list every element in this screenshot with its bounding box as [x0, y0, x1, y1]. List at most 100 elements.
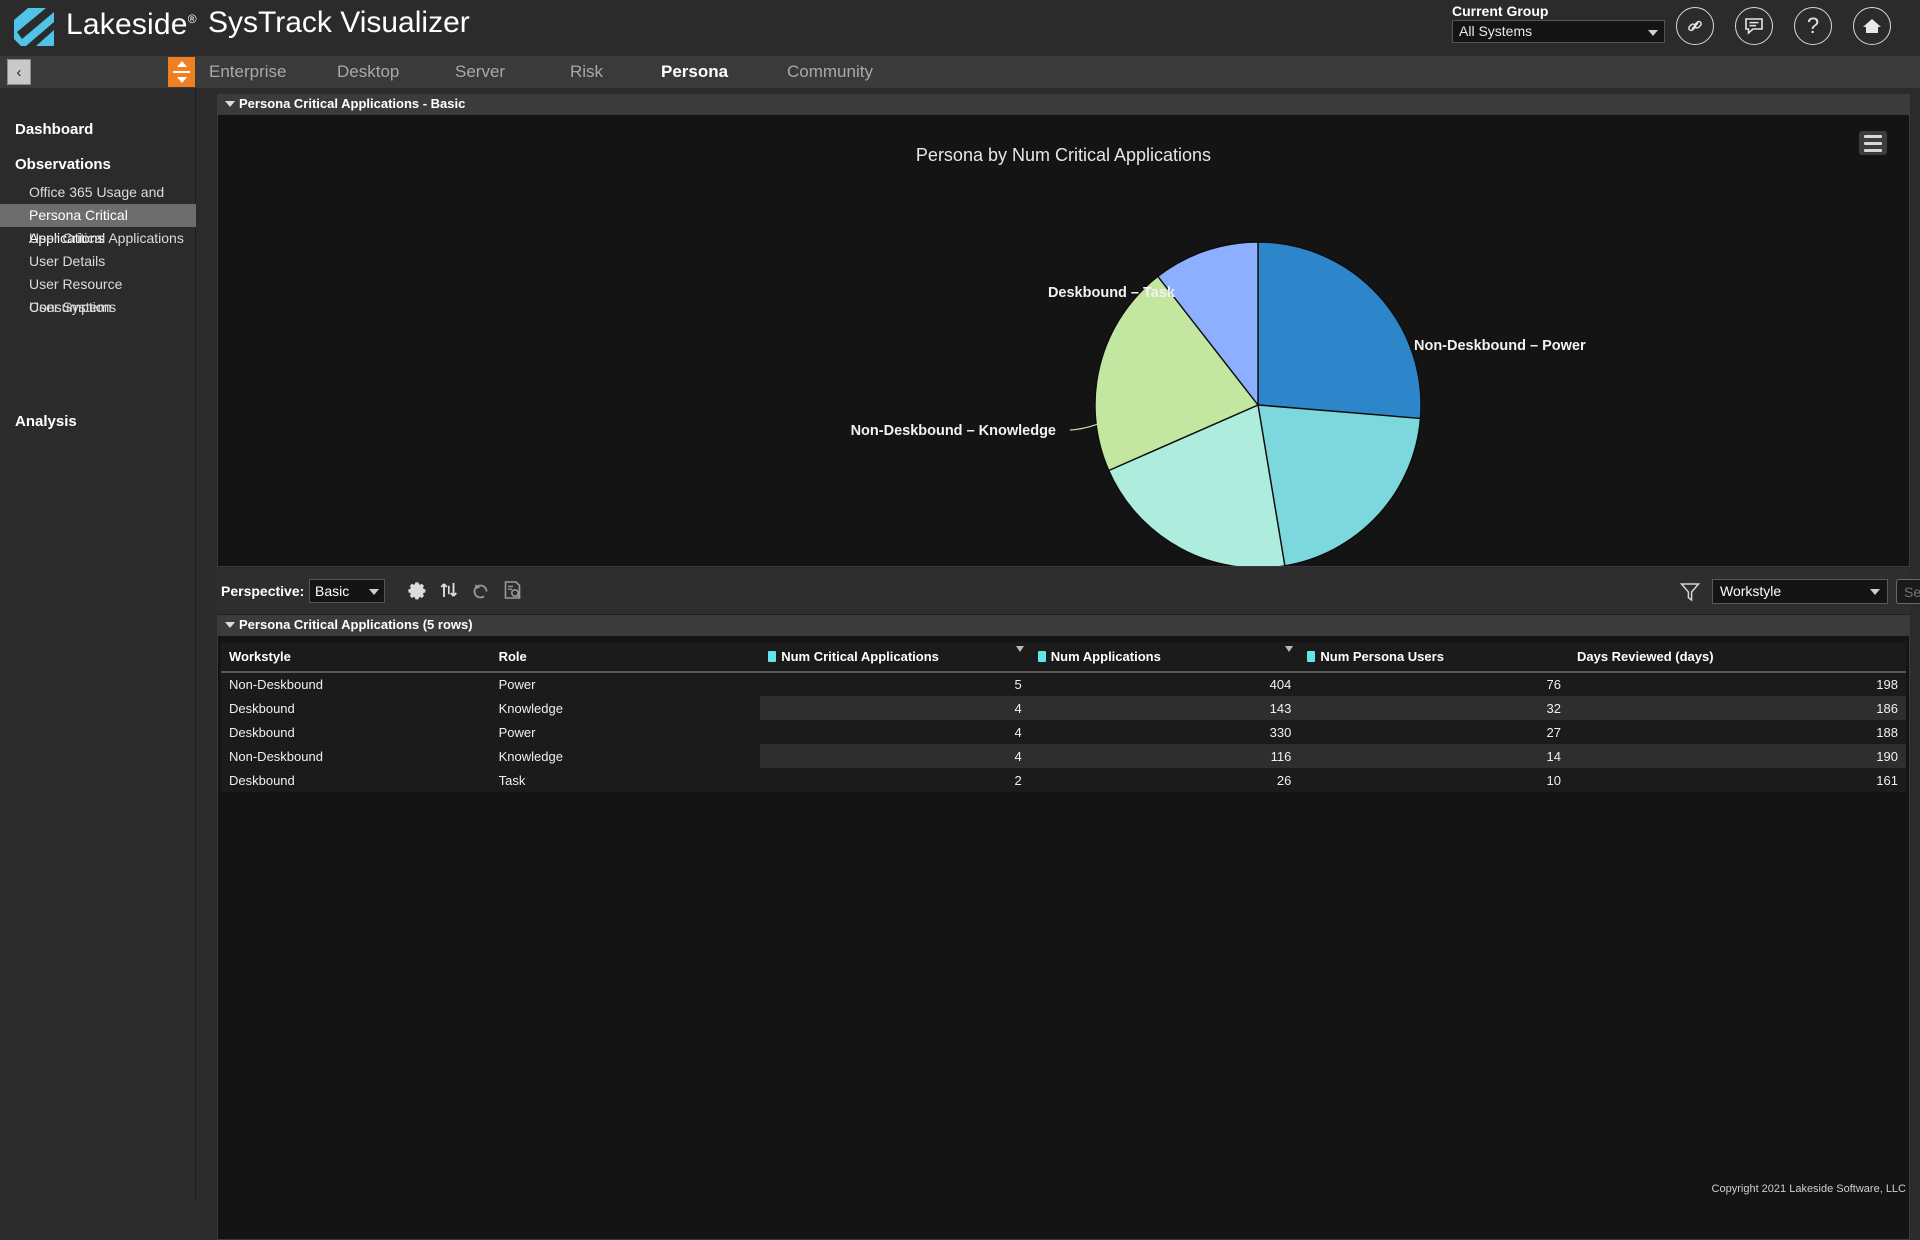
table-cell: Deskbound — [221, 696, 491, 720]
table-cell: Deskbound — [221, 768, 491, 792]
table-cell: 116 — [1030, 744, 1300, 768]
table-cell: 186 — [1569, 696, 1906, 720]
reset-icon[interactable] — [469, 578, 495, 604]
table-panel: Persona Critical Applications (5 rows) W… — [217, 615, 1910, 1240]
table-cell: 188 — [1569, 720, 1906, 744]
lakeside-logo-icon — [12, 6, 56, 48]
link-icon[interactable] — [1676, 7, 1714, 45]
splitter-bar — [173, 71, 190, 73]
current-group-dropdown[interactable]: All Systems — [1452, 20, 1665, 43]
table-cell: 32 — [1299, 696, 1569, 720]
sidebar-item-office-365-usage[interactable]: Office 365 Usage and Lice... — [0, 181, 196, 204]
sidebar-item-persona-critical-applications[interactable]: Persona Critical Applications — [0, 204, 196, 227]
chart-panel-header[interactable]: Persona Critical Applications - Basic — [217, 94, 1910, 114]
pie-slice-label: Deskbound – Task — [1048, 285, 1176, 301]
table-row[interactable]: Non-DeskboundKnowledge411614190 — [221, 744, 1906, 768]
sidebar-item-user-systems[interactable]: User Systems — [0, 296, 196, 319]
brand-name: Lakeside® — [66, 8, 197, 42]
nav-tab-desktop[interactable]: Desktop — [337, 56, 399, 88]
table-row[interactable]: Non-DeskboundPower540476198 — [221, 672, 1906, 696]
sort-descending-icon — [1016, 646, 1024, 652]
home-icon[interactable] — [1853, 7, 1891, 45]
table-header-cell-workstyle[interactable]: Workstyle — [221, 642, 491, 672]
table-header-label: Num Applications — [1051, 649, 1161, 664]
chart-panel: Persona Critical Applications - Basic Pe… — [217, 94, 1910, 567]
app-title: SysTrack Visualizer — [208, 6, 470, 40]
nav-tab-risk[interactable]: Risk — [570, 56, 603, 88]
table-cell: 4 — [760, 696, 1030, 720]
sidebar-item-user-resource-consumption[interactable]: User Resource Consumption — [0, 273, 196, 296]
table-body-rows: Non-DeskboundPower540476198DeskboundKnow… — [221, 672, 1906, 792]
data-grid: Workstyle Role Num Critical Applications Nu… — [221, 642, 1906, 792]
perspective-value: Basic — [315, 583, 349, 599]
table-cell: 27 — [1299, 720, 1569, 744]
table-cell: 4 — [760, 720, 1030, 744]
pie-slice-label: Non-Deskbound – Power — [1414, 338, 1586, 354]
table-cell: 4 — [760, 744, 1030, 768]
table-header-label: Days Reviewed (days) — [1577, 649, 1714, 664]
nav-tab-persona[interactable]: Persona — [661, 56, 728, 88]
help-icon[interactable]: ? — [1794, 7, 1832, 45]
table-cell: Power — [491, 672, 761, 696]
table-cell: 190 — [1569, 744, 1906, 768]
sort-arrows-icon[interactable] — [437, 578, 463, 604]
sidebar-item-user-details[interactable]: User Details — [0, 250, 196, 273]
table-cell: 26 — [1030, 768, 1300, 792]
report-preview-icon[interactable] — [501, 578, 527, 604]
table-row[interactable]: DeskboundTask22610161 — [221, 768, 1906, 792]
pie-slice[interactable] — [1258, 405, 1420, 566]
sidebar-group-observations[interactable]: Observations — [0, 152, 111, 177]
table-cell: 14 — [1299, 744, 1569, 768]
grid-toolbar: Perspective: Basic — [217, 569, 1910, 615]
table-cell: 330 — [1030, 720, 1300, 744]
table-cell: 404 — [1030, 672, 1300, 696]
main-content: Persona Critical Applications - Basic Pe… — [197, 88, 1920, 1200]
nav-tab-enterprise[interactable]: Enterprise — [209, 56, 286, 88]
chevron-down-icon — [1870, 589, 1880, 595]
filter-icon[interactable] — [1678, 580, 1702, 604]
table-row[interactable]: DeskboundPower433027188 — [221, 720, 1906, 744]
table-header-cell-num-persona-users[interactable]: Num Persona Users — [1299, 642, 1569, 672]
column-filter-value: Workstyle — [1720, 583, 1781, 599]
chart-body: Persona by Num Critical Applications Non… — [217, 114, 1910, 567]
sidebar-group-analysis[interactable]: Analysis — [0, 409, 77, 434]
table-cell: Knowledge — [491, 744, 761, 768]
column-filter-dropdown[interactable]: Workstyle — [1712, 579, 1888, 604]
table-header-row: Workstyle Role Num Critical Applications Nu… — [221, 642, 1906, 672]
pie-chart: Non-Deskbound – PowerDeskbound – Knowled… — [218, 115, 1909, 566]
pie-slice-label: Non-Deskbound – Knowledge — [851, 423, 1056, 439]
table-row[interactable]: DeskboundKnowledge414332186 — [221, 696, 1906, 720]
chat-icon[interactable] — [1735, 7, 1773, 45]
table-cell: Deskbound — [221, 720, 491, 744]
nav-tab-community[interactable]: Community — [787, 56, 873, 88]
sidebar-group-dashboard[interactable]: Dashboard — [0, 117, 93, 142]
sidebar: Dashboard Observations Analysis Office 3… — [0, 88, 196, 1200]
table-cell: Knowledge — [491, 696, 761, 720]
sidebar-item-user-critical-applications[interactable]: User Critical Applications — [0, 227, 196, 250]
table-header-label: Role — [499, 649, 527, 664]
table-header-cell-num-applications[interactable]: Num Applications — [1030, 642, 1300, 672]
panel-splitter-handle[interactable] — [168, 57, 195, 87]
table-header-cell-days-reviewed-days[interactable]: Days Reviewed (days) — [1569, 642, 1906, 672]
footer: Copyright 2021 Lakeside Software, LLC — [0, 1178, 1920, 1200]
current-group-value: All Systems — [1459, 23, 1532, 39]
nav-tab-server[interactable]: Server — [455, 56, 505, 88]
search-input[interactable] — [1896, 579, 1920, 604]
collapse-sidebar-button[interactable]: ‹ — [7, 59, 31, 85]
perspective-label: Perspective: — [221, 583, 304, 599]
metric-swatch-icon — [768, 651, 776, 662]
table-cell: 10 — [1299, 768, 1569, 792]
table-panel-header[interactable]: Persona Critical Applications (5 rows) — [217, 615, 1910, 635]
copyright-text: Copyright 2021 Lakeside Software, LLC — [1712, 1183, 1906, 1195]
collapse-triangle-icon[interactable] — [225, 622, 235, 628]
pie-slice[interactable] — [1258, 242, 1421, 418]
collapse-triangle-icon[interactable] — [225, 101, 235, 107]
perspective-dropdown[interactable]: Basic — [309, 579, 385, 603]
top-header-bar: Lakeside® SysTrack Visualizer Current Gr… — [0, 0, 1920, 56]
splitter-up-arrow-icon — [177, 61, 187, 67]
table-header-cell-role[interactable]: Role — [491, 642, 761, 672]
table-cell: Task — [491, 768, 761, 792]
table-header-cell-num-critical-applications[interactable]: Num Critical Applications — [760, 642, 1030, 672]
gear-icon[interactable] — [405, 578, 431, 604]
pie-chart-svg[interactable]: Non-Deskbound – PowerDeskbound – Knowled… — [218, 115, 1909, 566]
